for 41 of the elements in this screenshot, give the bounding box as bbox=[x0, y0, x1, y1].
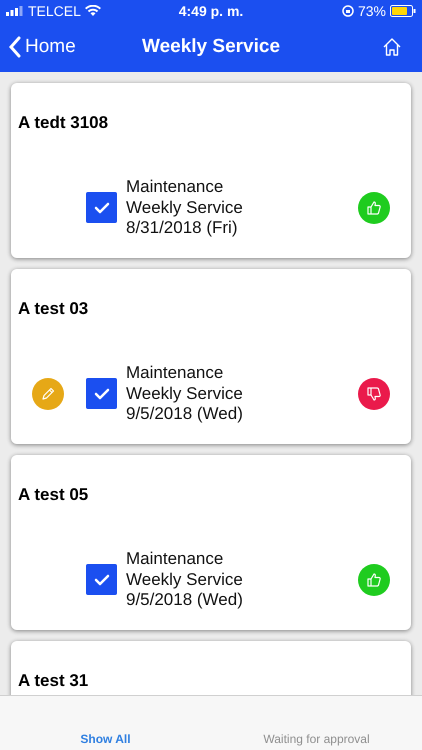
tab[interactable]: Show All bbox=[80, 730, 131, 748]
rotation-lock-icon bbox=[342, 5, 354, 17]
checkbox[interactable] bbox=[86, 378, 117, 410]
approval-badge[interactable] bbox=[358, 378, 390, 410]
check-icon bbox=[94, 388, 110, 400]
home-button[interactable] bbox=[382, 37, 402, 57]
service-title: A test 31 bbox=[18, 670, 88, 692]
signal-icon bbox=[6, 6, 24, 16]
service-detail: 9/5/2018 (Wed) bbox=[126, 590, 243, 610]
check-icon bbox=[94, 202, 110, 214]
service-detail: 9/5/2018 (Wed) bbox=[126, 404, 243, 424]
service-detail: Maintenance bbox=[126, 549, 224, 570]
thumbs-down-icon bbox=[366, 386, 382, 402]
service-detail: Weekly Service bbox=[126, 570, 243, 590]
thumbs-up-icon bbox=[366, 200, 382, 216]
service-card[interactable]: A test 05 Maintenance Weekly Service 9/5/2018 (Wed) bbox=[11, 455, 411, 630]
carrier-name: TELCEL bbox=[28, 2, 81, 20]
thumbs-up-icon bbox=[366, 572, 382, 588]
service-title: A test 05 bbox=[18, 484, 88, 506]
service-detail: Weekly Service bbox=[126, 384, 243, 404]
service-title: A test 03 bbox=[18, 298, 88, 320]
clock-time: 4:49 p. m. bbox=[178, 2, 244, 18]
home-icon bbox=[382, 37, 402, 57]
checkbox[interactable] bbox=[86, 564, 117, 596]
back-button[interactable]: Home bbox=[8, 32, 76, 62]
service-detail: Weekly Service bbox=[126, 198, 243, 218]
service-detail: Maintenance bbox=[126, 363, 224, 384]
wifi-icon bbox=[84, 5, 101, 17]
service-title: A tedt 3108 bbox=[18, 112, 108, 134]
pencil-icon bbox=[40, 386, 56, 402]
battery-percent: 73% bbox=[358, 2, 386, 20]
service-card[interactable]: A test 03 Maintenance Weekly Service 9/5/2018 (Wed) bbox=[11, 269, 411, 444]
battery-icon bbox=[390, 5, 416, 17]
service-card[interactable]: A test 31 bbox=[11, 641, 411, 695]
service-detail: Maintenance bbox=[126, 177, 224, 198]
service-card[interactable]: A tedt 3108 Maintenance Weekly Service 8/31/2018 (Fri) bbox=[11, 83, 411, 258]
checkbox[interactable] bbox=[86, 192, 117, 224]
service-detail: 8/31/2018 (Fri) bbox=[126, 218, 238, 238]
check-icon bbox=[94, 574, 110, 586]
chevron-left-icon bbox=[8, 36, 21, 58]
screen-title: Weekly Service bbox=[142, 36, 280, 57]
